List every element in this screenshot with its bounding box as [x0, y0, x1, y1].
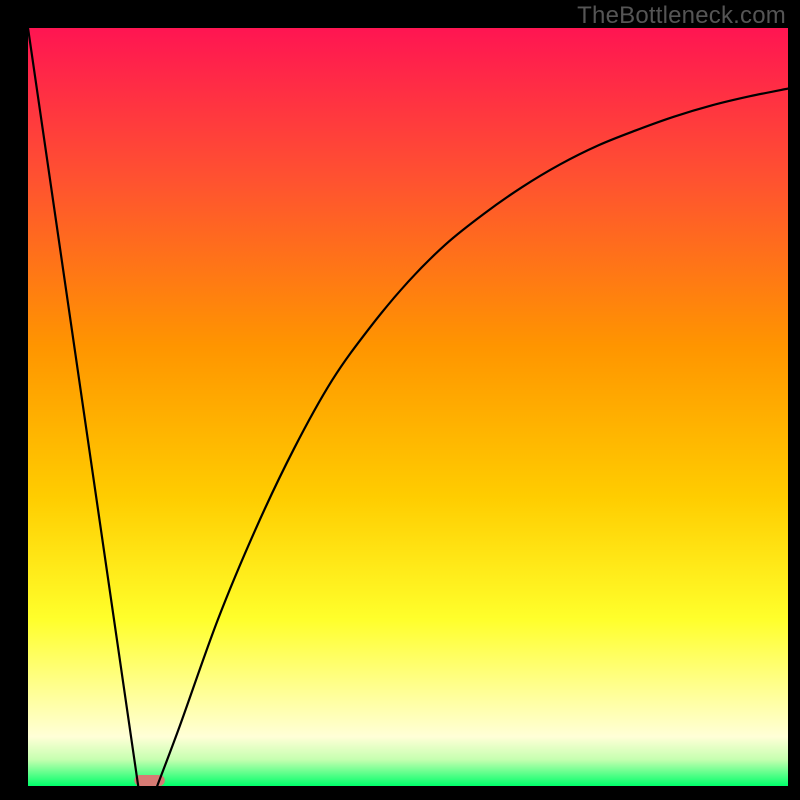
- watermark-text: TheBottleneck.com: [577, 2, 786, 30]
- chart-svg: [28, 28, 788, 786]
- chart-frame: TheBottleneck.com: [0, 0, 800, 800]
- chart-background: [28, 28, 788, 786]
- chart-plot-area: [28, 28, 788, 786]
